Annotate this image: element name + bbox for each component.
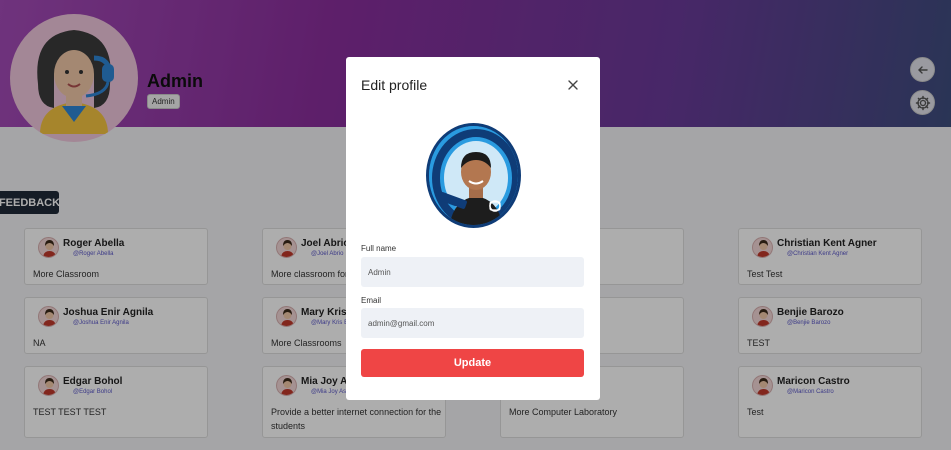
edit-profile-modal: Edit profile Full name Email Update <box>346 57 600 400</box>
full-name-input[interactable] <box>361 257 584 287</box>
email-input[interactable] <box>361 308 584 338</box>
full-name-label: Full name <box>361 244 397 253</box>
update-button[interactable]: Update <box>361 349 584 377</box>
modal-title: Edit profile <box>361 77 428 93</box>
close-button[interactable] <box>566 78 580 92</box>
close-icon <box>568 80 578 90</box>
profile-photo[interactable] <box>426 123 521 228</box>
email-label: Email <box>361 296 382 305</box>
